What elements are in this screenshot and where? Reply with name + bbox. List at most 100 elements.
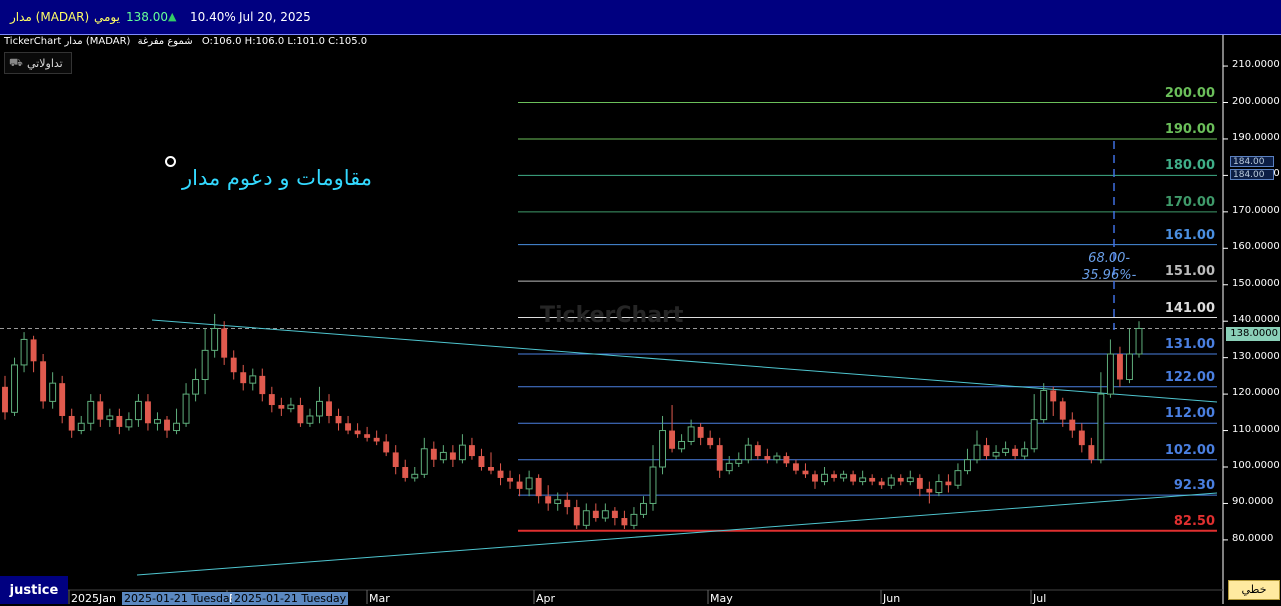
candle-body [592, 510, 599, 519]
candle-body [697, 426, 704, 438]
candle-body [802, 470, 809, 475]
candle-body [211, 327, 219, 351]
candle-body [1135, 327, 1143, 355]
candle-body [278, 405, 285, 409]
candle-body [411, 473, 419, 479]
candle-body [221, 328, 228, 358]
candle-body [707, 437, 714, 446]
symbol-title[interactable]: مدار (MADAR) [10, 10, 89, 24]
y-tick-label: 190.0000 [1232, 131, 1280, 143]
annotation-anchor-handle[interactable] [165, 156, 176, 167]
candle-body [1116, 354, 1123, 380]
candle-body [964, 459, 971, 472]
x-tick-label: Jul [1033, 592, 1047, 605]
candle-body [297, 405, 304, 424]
candle-body [954, 470, 962, 486]
level-label: 200.00 [1164, 85, 1215, 101]
candle-body [869, 477, 876, 482]
upper-trendline [151, 319, 1218, 403]
candle-body [507, 477, 514, 482]
candle-body [783, 456, 790, 464]
candle-body [30, 339, 37, 362]
y-tick-label: 80.0000 [1232, 532, 1274, 544]
candle-body [649, 466, 657, 504]
candle-body [1106, 353, 1114, 395]
candle-body [392, 452, 399, 467]
y-tick-label: 100.0000 [1232, 460, 1280, 471]
candle-body [439, 451, 447, 461]
candle-body [630, 513, 638, 526]
x-tick-label: Jun [883, 592, 901, 605]
candle-body [1059, 401, 1066, 420]
candle-body [20, 338, 28, 366]
candle-body [773, 455, 781, 461]
candle-body [87, 400, 95, 424]
candle-body [564, 499, 571, 508]
candle-body [259, 375, 266, 395]
candle-body [306, 415, 314, 424]
candle-body [182, 393, 190, 424]
candle-body [735, 459, 743, 464]
candle-body [402, 467, 409, 478]
line-mode-button[interactable]: خطي [1228, 580, 1280, 600]
level-label: 131.00 [1164, 337, 1215, 352]
chart-annotation[interactable]: مقاومات و دعوم مدار [182, 166, 372, 190]
x-tick-label: 2025Jan [71, 592, 116, 605]
y-tick-label: 170.0000 [1232, 204, 1280, 216]
candle-body [716, 445, 723, 471]
candle-body [764, 456, 771, 460]
x-tick-label: May [710, 592, 733, 605]
candle-body [316, 400, 323, 417]
candle-body [831, 474, 838, 478]
measure-tool-readout[interactable]: 68.00- 35.96%- [1082, 250, 1136, 284]
candle-body [154, 419, 161, 424]
candle-body [383, 441, 390, 453]
last-price: 138.00 [126, 10, 168, 24]
candle-body [1002, 448, 1010, 453]
candle-body [545, 496, 552, 504]
y-tick-label: 140.0000 [1232, 314, 1280, 326]
candle-body [420, 448, 428, 475]
candle-body [1097, 393, 1105, 461]
quote-date: Jul 20, 2025 [239, 10, 311, 24]
candle-body [230, 357, 237, 373]
lower-trendline [136, 492, 1218, 576]
measure-tag: 184.00 [1230, 156, 1274, 167]
candle-body [335, 415, 342, 424]
candle-body [1050, 390, 1057, 402]
x-tick-label: Mar [369, 592, 390, 605]
candle-body [354, 430, 361, 435]
candle-body [640, 502, 647, 515]
y-tick-label: 110.0000 [1232, 423, 1280, 435]
level-label: 161.00 [1164, 227, 1215, 243]
candle-body [497, 470, 504, 478]
candle-body [611, 510, 618, 519]
candle-body [840, 473, 848, 479]
candle-body [744, 444, 752, 461]
measure-tag: 184.00 [1230, 169, 1274, 180]
user-badge[interactable]: justice [0, 576, 68, 604]
candle-body [850, 474, 857, 482]
level-label: 122.00 [1164, 369, 1215, 385]
y-tick-label: 90.0000 [1232, 496, 1274, 508]
candle-body [621, 518, 628, 526]
candle-body [516, 481, 523, 489]
candle-body [468, 445, 475, 457]
level-label: 180.00 [1164, 158, 1215, 174]
period-label[interactable]: يومي [94, 10, 120, 24]
candle-body [1012, 448, 1019, 457]
y-tick-label: 120.0000 [1232, 387, 1280, 399]
x-tick-label: 2025-01-21 Tuesday [232, 592, 349, 605]
candle-body [916, 477, 923, 489]
watermark: TickerChart [540, 303, 684, 328]
candle-body [49, 382, 57, 402]
top-bar: مدار (MADAR) يومي 138.00 ▲ 10.40% Jul 20… [0, 0, 1281, 35]
candle-body [430, 448, 437, 460]
candle-body [992, 451, 1000, 457]
candle-body [554, 499, 562, 504]
candle-body [1126, 353, 1133, 381]
candle-body [164, 419, 170, 431]
y-tick-label: 200.0000 [1232, 95, 1280, 107]
candle-body [973, 444, 981, 461]
measure-percent: 35.96%- [1082, 268, 1137, 283]
